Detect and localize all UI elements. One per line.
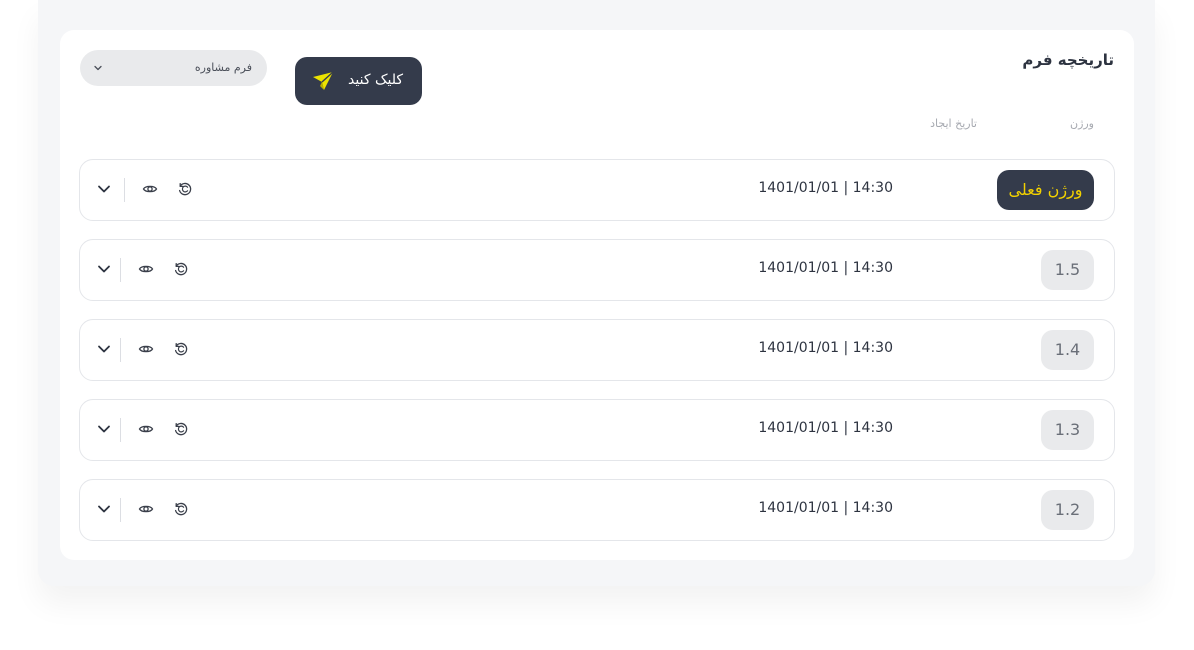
version-badge: 1.2 [1041, 490, 1094, 530]
divider [120, 498, 121, 522]
chevron-down-icon[interactable] [96, 181, 112, 197]
restore-icon[interactable] [173, 501, 189, 517]
column-header-version: ورژن [1069, 117, 1094, 130]
version-row: 1.3 1401/01/01 | 14:30 [79, 399, 1115, 461]
version-row: 1.2 1401/01/01 | 14:30 [79, 479, 1115, 541]
form-history-card: تاریخچه فرم فرم مشاوره کلیک کنید ورژن تا… [60, 30, 1134, 560]
eye-icon[interactable] [138, 261, 154, 277]
created-date: 1401/01/01 | 14:30 [758, 260, 893, 276]
form-select[interactable]: فرم مشاوره [80, 50, 267, 86]
chevron-down-icon[interactable] [96, 501, 112, 517]
row-actions [96, 498, 206, 523]
created-date: 1401/01/01 | 14:30 [758, 420, 893, 436]
restore-icon[interactable] [173, 261, 189, 277]
restore-icon[interactable] [173, 341, 189, 357]
column-header-created: تاریخ ایجاد [930, 117, 977, 130]
chevron-down-icon[interactable] [96, 421, 112, 437]
created-date: 1401/01/01 | 14:30 [758, 500, 893, 516]
divider [120, 258, 121, 282]
chevron-down-icon [94, 65, 102, 71]
row-actions [96, 418, 206, 443]
row-actions [96, 178, 206, 203]
click-button[interactable]: کلیک کنید [295, 57, 422, 105]
version-row: ورژن فعلی 1401/01/01 | 14:30 [79, 159, 1115, 221]
chevron-down-icon[interactable] [96, 261, 112, 277]
click-button-label: کلیک کنید [348, 72, 403, 88]
created-date: 1401/01/01 | 14:30 [758, 340, 893, 356]
chevron-down-icon[interactable] [96, 341, 112, 357]
row-actions [96, 338, 206, 363]
version-badge: 1.5 [1041, 250, 1094, 290]
eye-icon[interactable] [138, 501, 154, 517]
paper-plane-icon [313, 71, 334, 90]
eye-icon[interactable] [138, 341, 154, 357]
version-badge: 1.4 [1041, 330, 1094, 370]
divider [124, 178, 125, 202]
version-row: 1.5 1401/01/01 | 14:30 [79, 239, 1115, 301]
created-date: 1401/01/01 | 14:30 [758, 180, 893, 196]
eye-icon[interactable] [138, 421, 154, 437]
form-select-value: فرم مشاوره [194, 61, 252, 74]
version-row: 1.4 1401/01/01 | 14:30 [79, 319, 1115, 381]
divider [120, 418, 121, 442]
page-title: تاریخچه فرم [1022, 51, 1114, 69]
restore-icon[interactable] [177, 181, 193, 197]
divider [120, 338, 121, 362]
row-actions [96, 258, 206, 283]
current-version-badge: ورژن فعلی [997, 170, 1094, 210]
version-badge: 1.3 [1041, 410, 1094, 450]
eye-icon[interactable] [142, 181, 158, 197]
restore-icon[interactable] [173, 421, 189, 437]
